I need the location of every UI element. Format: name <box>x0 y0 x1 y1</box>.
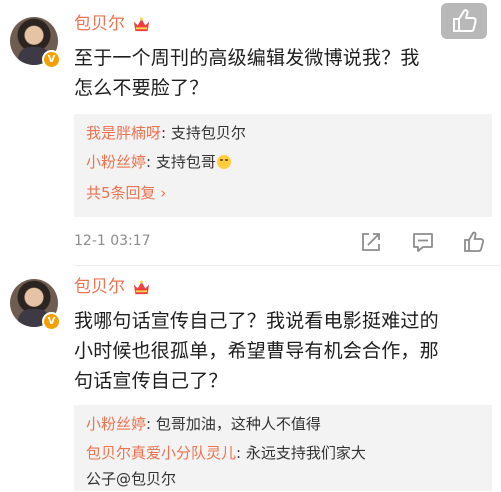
post-text-line: 我哪句话宣传自己了？我说看电影挺难过的 <box>74 310 439 332</box>
reply-text: 支持包贝尔 <box>170 124 246 142</box>
reply-text: 支持包哥 <box>155 153 216 171</box>
reply-author[interactable]: 小粉丝婷 <box>86 415 146 433</box>
reply-text: 永远支持我们家大 <box>245 444 366 462</box>
post-text-line: 句话宣传自己了？ <box>74 370 228 392</box>
reply-item[interactable]: 小粉丝婷: 支持包哥 <box>86 149 231 175</box>
post-text: 我哪句话宣传自己了？我说看电影挺难过的 小时候也很孤单，希望曹导有机会合作，那 … <box>74 306 498 396</box>
reply-box: 小粉丝婷: 包哥加油，这种人不值得 包贝尔真爱小分队灵儿: 永远支持我们家大 公… <box>74 405 492 491</box>
crown-icon <box>133 17 150 32</box>
post-text-line: 至于一个周刊的高级编辑发微博说我？我 <box>74 47 420 69</box>
thumbs-up-icon <box>453 9 477 32</box>
reply-text: 包哥加油，这种人不值得 <box>155 415 321 433</box>
post-text: 至于一个周刊的高级编辑发微博说我？我 怎么不要脸了？ <box>74 43 494 103</box>
reply-box: 我是胖楠呀: 支持包贝尔 小粉丝婷: 支持包哥 共5条回复 › <box>74 114 492 217</box>
post-text-line: 怎么不要脸了？ <box>74 77 209 99</box>
comment-icon[interactable] <box>412 231 434 253</box>
like-icon[interactable] <box>462 230 486 254</box>
divider <box>74 265 501 266</box>
crown-icon <box>133 280 150 295</box>
verified-badge-icon: V <box>42 50 61 69</box>
reply-item[interactable]: 我是胖楠呀: 支持包贝尔 <box>86 120 246 146</box>
username[interactable]: 包贝尔 <box>74 13 125 35</box>
more-replies-link[interactable]: 共5条回复 › <box>86 182 166 203</box>
reply-item[interactable]: 小粉丝婷: 包哥加油，这种人不值得 <box>86 411 321 437</box>
timestamp: 12-1 03:17 <box>74 233 151 249</box>
top-like-button[interactable] <box>441 3 487 39</box>
reply-text-continued: 公子@包贝尔 <box>86 470 177 488</box>
username[interactable]: 包贝尔 <box>74 276 125 298</box>
share-icon[interactable] <box>360 231 382 253</box>
post-text-line: 小时候也很孤单，希望曹导有机会合作，那 <box>74 340 439 362</box>
reply-author[interactable]: 小粉丝婷 <box>86 153 146 171</box>
verified-badge-icon: V <box>42 312 61 331</box>
smile-emoji-icon <box>216 155 231 169</box>
reply-author[interactable]: 我是胖楠呀 <box>86 124 161 142</box>
reply-author[interactable]: 包贝尔真爱小分队灵儿 <box>86 444 236 462</box>
reply-item[interactable]: 包贝尔真爱小分队灵儿: 永远支持我们家大 <box>86 440 366 466</box>
